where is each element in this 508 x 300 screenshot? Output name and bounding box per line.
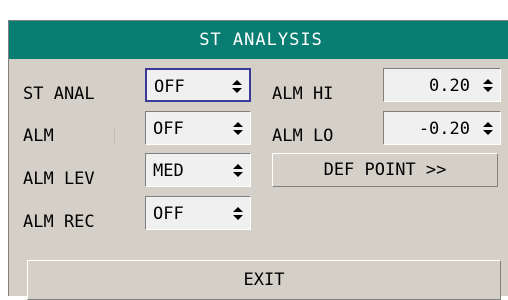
dialog-title: ST ANALYSIS xyxy=(9,21,508,59)
alm-rec-select[interactable]: OFF xyxy=(145,196,251,230)
alm-lev-label: ALM LEV xyxy=(23,169,95,189)
alm-lev-value: MED xyxy=(153,161,184,181)
alm-hi-label: ALM HI xyxy=(272,84,334,104)
spin-arrows-icon[interactable] xyxy=(482,79,494,93)
alm-hi-stepper[interactable]: 0.20 xyxy=(383,68,501,102)
alm-lo-label: ALM LO xyxy=(272,126,334,146)
st-analysis-dialog: ST ANALYSIS ST ANAL OFF ALM HI 0.20 ALM … xyxy=(8,20,508,300)
st-anal-select[interactable]: OFF xyxy=(145,68,251,102)
def-point-button[interactable]: DEF POINT >> xyxy=(272,153,498,187)
st-anal-value: OFF xyxy=(154,77,185,97)
spin-arrows-icon[interactable] xyxy=(232,164,244,178)
divider xyxy=(114,129,115,143)
alm-rec-label: ALM REC xyxy=(23,212,95,232)
exit-button[interactable]: EXIT xyxy=(27,260,501,300)
spin-arrows-icon[interactable] xyxy=(232,122,244,136)
spin-arrows-icon[interactable] xyxy=(482,122,494,136)
alm-lev-select[interactable]: MED xyxy=(145,153,251,187)
alm-lo-stepper[interactable]: -0.20 xyxy=(383,111,501,145)
alm-rec-value: OFF xyxy=(153,204,184,224)
spin-arrows-icon[interactable] xyxy=(231,80,243,94)
st-anal-label: ST ANAL xyxy=(23,84,95,104)
alm-select[interactable]: OFF xyxy=(145,111,251,145)
alm-lo-value: -0.20 xyxy=(418,119,470,139)
alm-value: OFF xyxy=(153,119,184,139)
alm-hi-value: 0.20 xyxy=(429,76,470,96)
alm-label: ALM xyxy=(23,126,54,146)
spin-arrows-icon[interactable] xyxy=(232,207,244,221)
